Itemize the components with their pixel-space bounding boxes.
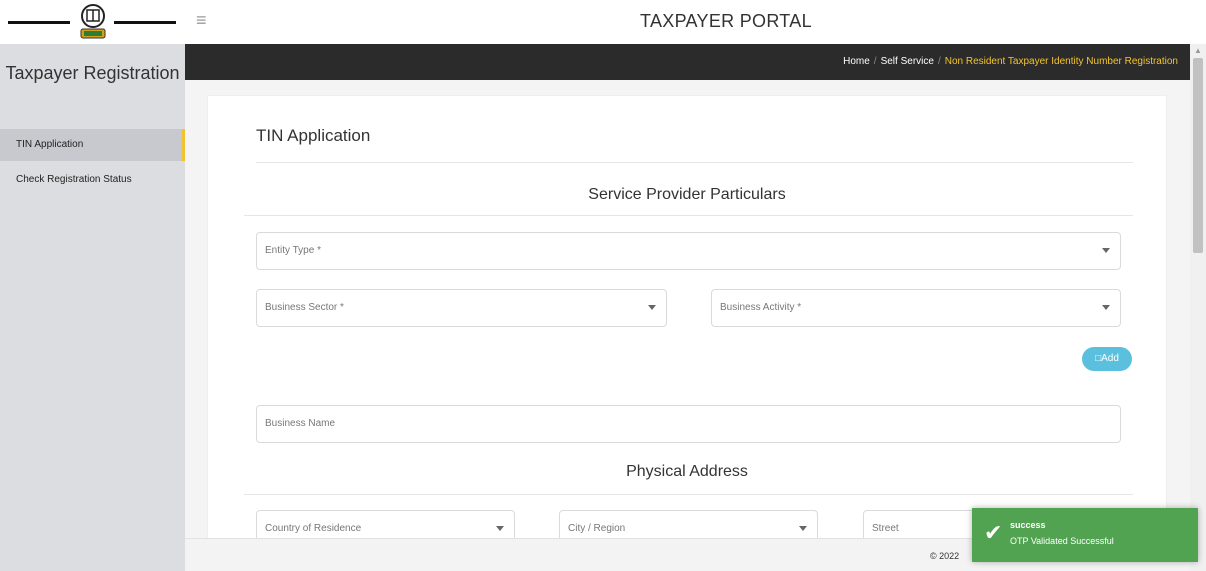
breadcrumb-separator: / [937, 56, 941, 67]
sidebar-title: Taxpayer Registration [5, 63, 180, 83]
chevron-down-icon [496, 526, 504, 531]
add-button[interactable]: □Add [1082, 347, 1132, 371]
chevron-down-icon [1102, 248, 1110, 253]
form-title: TIN Application [256, 126, 371, 145]
breadcrumb-separator: / [873, 56, 877, 67]
logo-line-left [8, 21, 70, 24]
breadcrumb-bar: Home / Self Service / Non Resident Taxpayer … [185, 44, 1190, 80]
business-activity-select[interactable]: Business Activity * [711, 289, 1121, 327]
scrollbar[interactable]: ▲ [1190, 44, 1206, 571]
chevron-down-icon [1102, 305, 1110, 310]
city-region-select[interactable]: City / Region [559, 510, 818, 538]
divider [256, 162, 1133, 163]
breadcrumb-home[interactable]: Home [843, 56, 870, 67]
emblem-shield [80, 4, 106, 39]
divider [244, 494, 1133, 495]
chevron-down-icon [799, 526, 807, 531]
scroll-up-icon[interactable]: ▲ [1194, 46, 1202, 55]
success-toast[interactable]: ✔ success OTP Validated Successful [972, 508, 1198, 562]
sidebar: Taxpayer Registration TIN Application Ch… [0, 44, 185, 571]
toast-message: OTP Validated Successful [1010, 536, 1114, 546]
business-sector-select[interactable]: Business Sector * [256, 289, 667, 327]
main-content: TIN Application Service Provider Particu… [185, 80, 1190, 538]
toast-title: success [1010, 520, 1046, 530]
entity-type-placeholder: Entity Type * [265, 245, 321, 256]
portal-title: TAXPAYER PORTAL [640, 11, 812, 31]
breadcrumb-self-service[interactable]: Self Service [881, 56, 934, 67]
chevron-down-icon [648, 305, 656, 310]
business-activity-placeholder: Business Activity * [720, 302, 802, 313]
business-name-placeholder: Business Name [265, 418, 336, 429]
entity-type-select[interactable]: Entity Type * [256, 232, 1121, 270]
emblem-icon[interactable] [8, 2, 178, 42]
form-card: TIN Application Service Provider Particu… [207, 95, 1167, 538]
checkmark-icon: ✔ [984, 520, 1003, 545]
scrollbar-thumb[interactable] [1193, 58, 1203, 253]
country-of-residence-select[interactable]: Country of Residence [256, 510, 515, 538]
breadcrumb: Home / Self Service / Non Resident Taxpayer … [843, 56, 1178, 67]
city-placeholder: City / Region [568, 523, 626, 534]
section-title-service-provider: Service Provider Particulars [588, 186, 786, 203]
country-placeholder: Country of Residence [265, 523, 362, 534]
hamburger-icon[interactable]: ≡ [196, 11, 212, 29]
sidebar-item-check-registration-status[interactable]: Check Registration Status [0, 164, 185, 196]
street-placeholder: Street [872, 523, 899, 534]
section-title-physical-address: Physical Address [626, 463, 748, 480]
logo-line-right [114, 21, 176, 24]
breadcrumb-current: Non Resident Taxpayer Identity Number Re… [944, 56, 1178, 67]
business-sector-placeholder: Business Sector * [265, 302, 344, 313]
divider [244, 215, 1133, 216]
sidebar-item-tin-application[interactable]: TIN Application [0, 129, 185, 161]
top-bar: ≡ TAXPAYER PORTAL [0, 0, 1206, 44]
business-name-input[interactable]: Business Name [256, 405, 1121, 443]
copyright-text: © 2022 [930, 551, 960, 561]
